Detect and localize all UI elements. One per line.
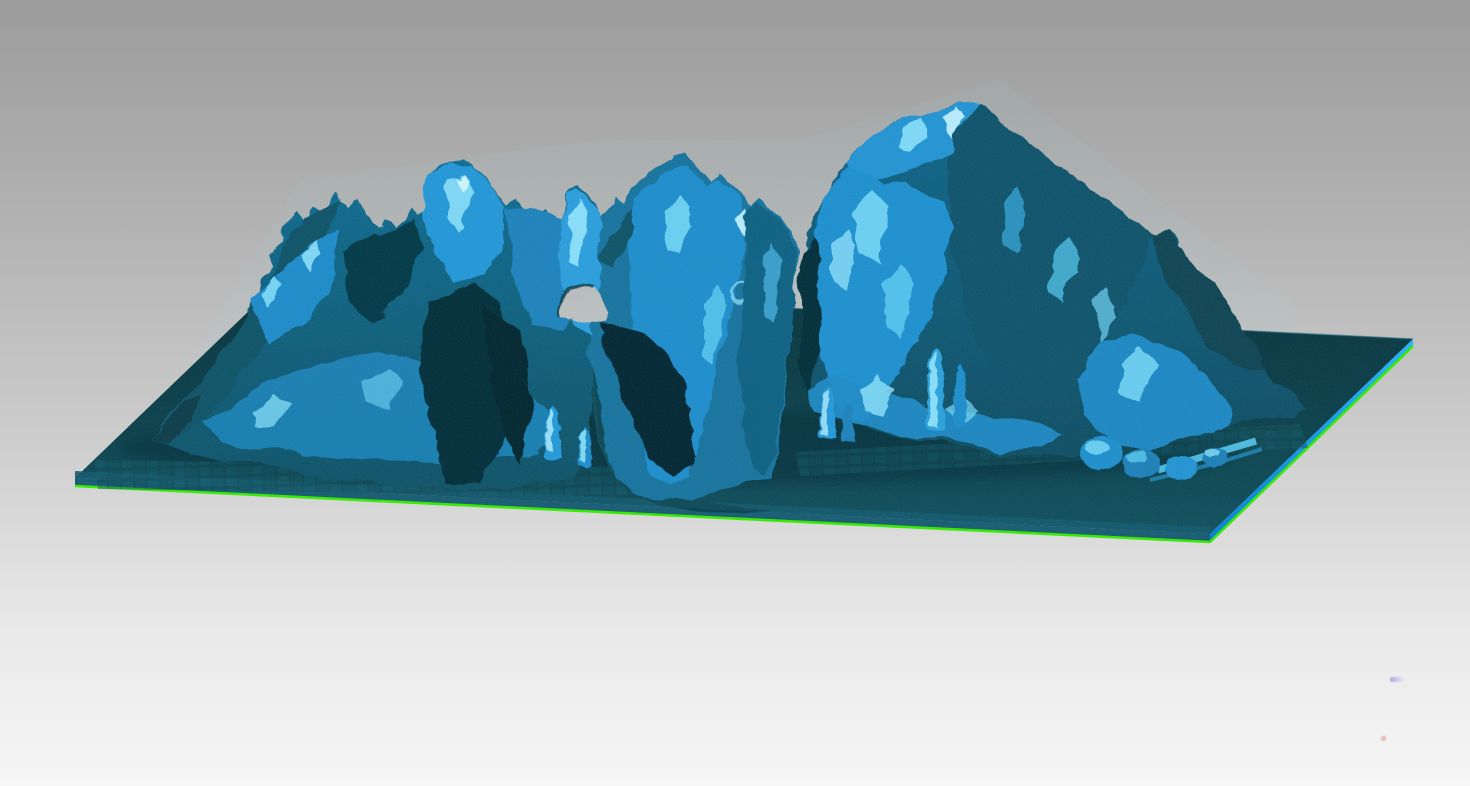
- scene-render: [0, 0, 1470, 786]
- mesh-model[interactable]: [60, 80, 1420, 550]
- mesh-noise-overlay: [60, 80, 1420, 550]
- viewport-3d[interactable]: [0, 0, 1470, 786]
